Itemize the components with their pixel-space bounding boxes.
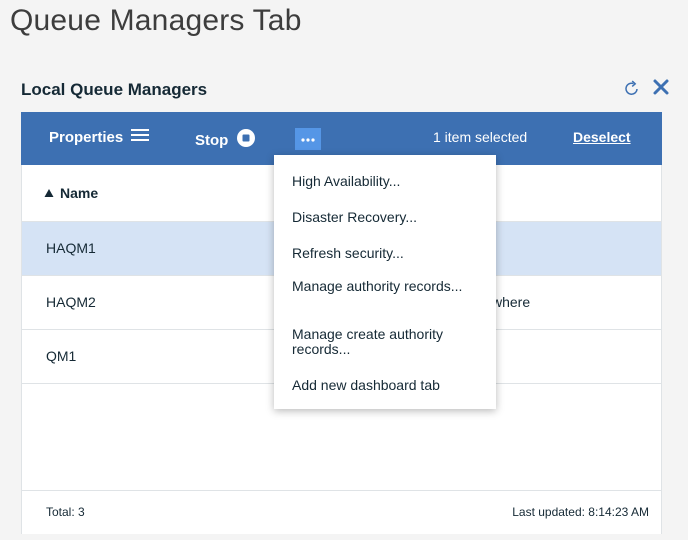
menu-item-add-dashboard-tab[interactable]: Add new dashboard tab [274, 367, 496, 403]
properties-label: Properties [49, 128, 124, 146]
row-name-cell: HAQM2 [46, 294, 96, 310]
properties-button[interactable]: Properties [49, 128, 150, 146]
stop-circle-icon [236, 128, 256, 152]
page-title: Queue Managers Tab [10, 4, 302, 37]
widget-header: Local Queue Managers [21, 72, 669, 112]
menu-item-manage-authority-records[interactable]: Manage authority records... [274, 271, 496, 319]
overflow-menu-icon [300, 130, 316, 148]
overflow-menu: High Availability... Disaster Recovery..… [274, 155, 496, 409]
last-updated: Last updated: 8:14:23 AM [512, 505, 649, 519]
menu-item-disaster-recovery[interactable]: Disaster Recovery... [274, 199, 496, 235]
list-icon [131, 128, 150, 146]
overflow-menu-button[interactable] [295, 128, 321, 150]
row-extra-cell: where [492, 294, 531, 310]
row-name-cell: HAQM1 [46, 240, 96, 256]
sort-ascending-icon [44, 185, 54, 201]
row-name-cell: QM1 [46, 348, 77, 364]
column-header-name[interactable]: Name [44, 185, 98, 201]
deselect-link[interactable]: Deselect [573, 129, 631, 145]
selection-count: 1 item selected [433, 129, 528, 145]
stop-button[interactable]: Stop [195, 128, 256, 152]
table-footer: Total: 3 Last updated: 8:14:23 AM [22, 491, 661, 534]
column-header-label: Name [60, 185, 99, 201]
menu-item-manage-create-authority-records[interactable]: Manage create authority records... [274, 319, 496, 367]
menu-item-refresh-security[interactable]: Refresh security... [274, 235, 496, 271]
total-count: Total: 3 [46, 505, 85, 519]
menu-item-high-availability[interactable]: High Availability... [274, 163, 496, 199]
refresh-icon[interactable] [623, 78, 641, 98]
widget-title: Local Queue Managers [21, 80, 208, 99]
close-icon[interactable] [651, 76, 671, 98]
stop-label: Stop [195, 131, 229, 149]
